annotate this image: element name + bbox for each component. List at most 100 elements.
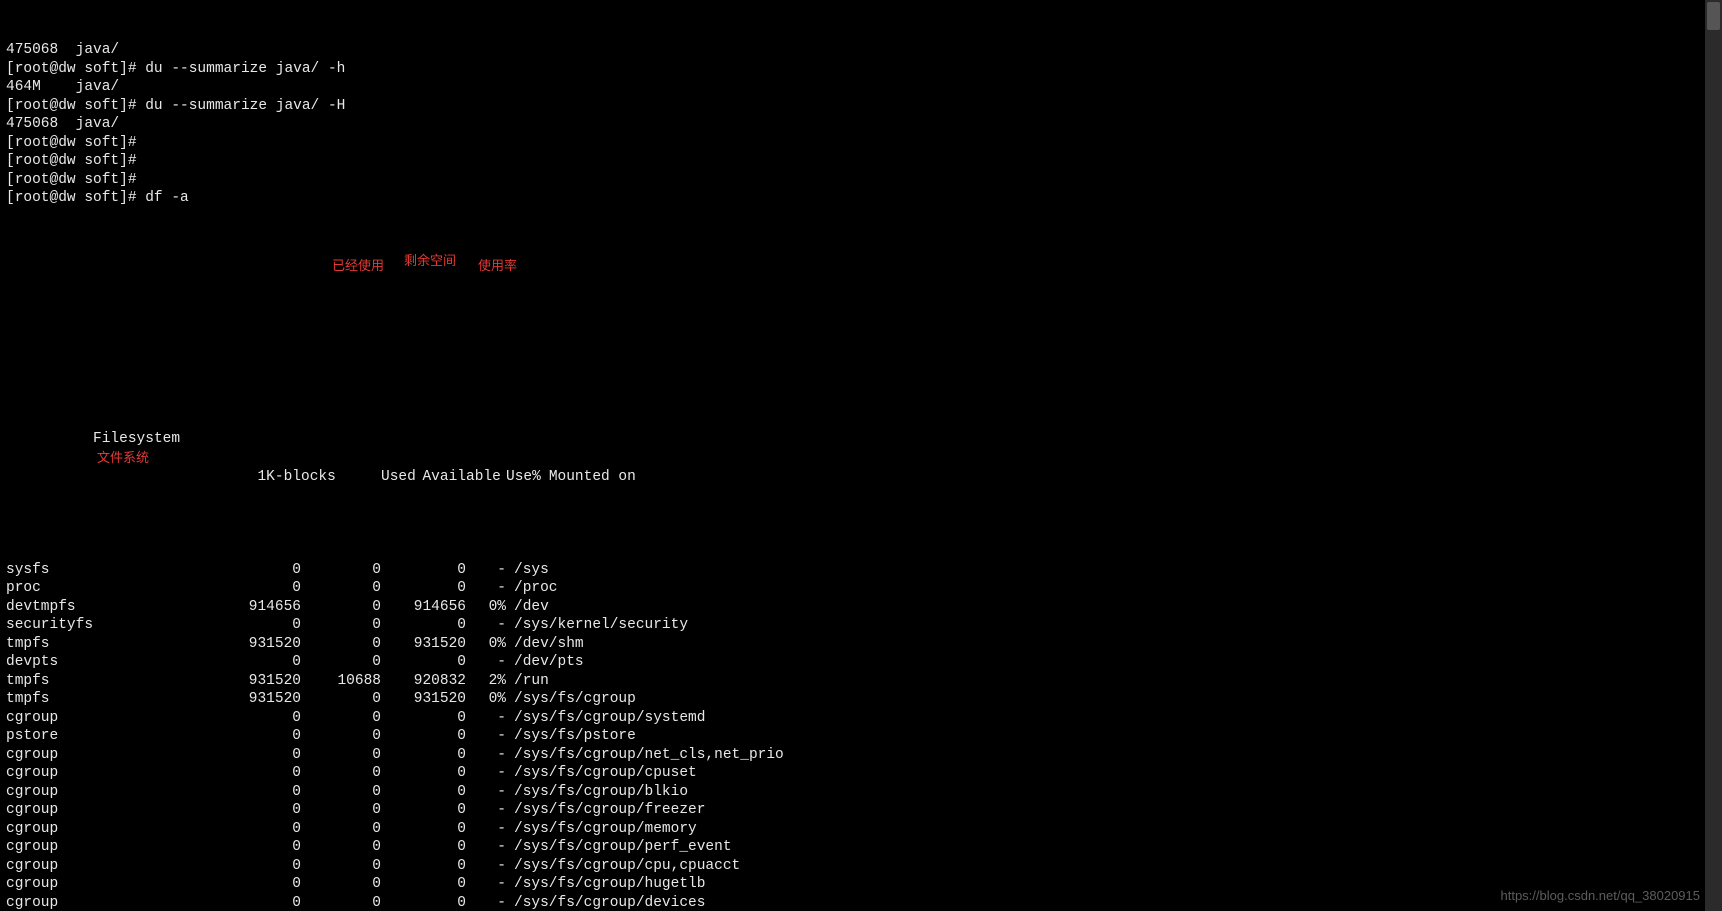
df-cell-used: 0 [301,764,381,783]
df-cell-avail: 914656 [381,598,466,617]
df-cell-used: 0 [301,579,381,598]
df-cell-blocks: 0 [206,653,301,672]
df-row: tmpfs93152009315200%/dev/shm [6,635,1716,654]
df-cell-used: 0 [301,783,381,802]
df-row: cgroup000-/sys/fs/cgroup/devices [6,894,1716,911]
annotation-filesystem: 文件系统 [97,449,149,468]
annotation-used: 已经使用 [332,257,384,276]
df-cell-blocks: 0 [206,783,301,802]
df-cell-used: 0 [301,801,381,820]
df-cell-used: 0 [301,875,381,894]
terminal-line: [root@dw soft]# du --summarize java/ -H [6,97,1716,116]
df-cell-avail: 0 [381,746,466,765]
df-cell-used: 0 [301,727,381,746]
df-cell-blocks: 0 [206,709,301,728]
df-cell-avail: 931520 [381,635,466,654]
df-row: pstore000-/sys/fs/pstore [6,727,1716,746]
df-cell-used: 0 [301,690,381,709]
df-cell-pct: - [466,727,506,746]
df-cell-blocks: 0 [206,561,301,580]
df-cell-pct: - [466,820,506,839]
df-cell-pct: - [466,783,506,802]
df-header-blocks: 1K-blocks [241,468,336,487]
df-cell-used: 0 [301,894,381,911]
df-row: cgroup000-/sys/fs/cgroup/freezer [6,801,1716,820]
df-cell-blocks: 914656 [206,598,301,617]
df-row: cgroup000-/sys/fs/cgroup/memory [6,820,1716,839]
scrollbar-thumb[interactable] [1707,2,1720,30]
vertical-scrollbar[interactable] [1705,0,1722,911]
df-cell-used: 0 [301,653,381,672]
df-cell-pct: - [466,579,506,598]
df-cell-blocks: 0 [206,801,301,820]
terminal-line: 464M java/ [6,78,1716,97]
df-row: devpts000-/dev/pts [6,653,1716,672]
df-cell-mount: /sys/kernel/security [506,616,688,635]
df-cell-avail: 0 [381,875,466,894]
df-cell-blocks: 0 [206,579,301,598]
df-cell-avail: 0 [381,579,466,598]
df-cell-blocks: 0 [206,838,301,857]
terminal-line: 475068 java/ [6,115,1716,134]
df-cell-blocks: 0 [206,820,301,839]
df-cell-used: 0 [301,561,381,580]
df-cell-filesystem: cgroup [6,894,206,911]
df-cell-filesystem: cgroup [6,783,206,802]
df-cell-mount: /dev/shm [506,635,584,654]
df-cell-mount: /proc [506,579,558,598]
df-cell-filesystem: tmpfs [6,672,206,691]
df-row: cgroup000-/sys/fs/cgroup/cpu,cpuacct [6,857,1716,876]
df-cell-blocks: 0 [206,727,301,746]
df-row: securityfs000-/sys/kernel/security [6,616,1716,635]
df-header-pct: Use% [501,468,541,487]
df-cell-filesystem: cgroup [6,857,206,876]
df-cell-used: 0 [301,616,381,635]
df-header-used: Used [336,468,416,487]
terminal-output[interactable]: 475068 java/[root@dw soft]# du --summari… [0,0,1722,911]
df-cell-blocks: 931520 [206,690,301,709]
df-cell-blocks: 0 [206,746,301,765]
df-cell-pct: 0% [466,598,506,617]
df-cell-avail: 0 [381,616,466,635]
df-cell-filesystem: cgroup [6,875,206,894]
terminal-line: [root@dw soft]# [6,134,1716,153]
df-cell-filesystem: sysfs [6,561,206,580]
df-cell-blocks: 0 [206,857,301,876]
df-row: cgroup000-/sys/fs/cgroup/net_cls,net_pri… [6,746,1716,765]
df-header-filesystem: Filesystem [93,430,180,449]
df-row: cgroup000-/sys/fs/cgroup/hugetlb [6,875,1716,894]
df-annotation-row: 已经使用 剩余空间 使用率 [6,263,1716,356]
df-cell-filesystem: cgroup [6,820,206,839]
df-cell-mount: /sys/fs/cgroup [506,690,636,709]
df-cell-pct: - [466,561,506,580]
df-cell-mount: /sys/fs/cgroup/hugetlb [506,875,705,894]
df-cell-pct: 2% [466,672,506,691]
df-cell-pct: - [466,764,506,783]
df-cell-avail: 931520 [381,690,466,709]
df-cell-mount: /dev [506,598,549,617]
terminal-line: [root@dw soft]# [6,152,1716,171]
df-row: cgroup000-/sys/fs/cgroup/blkio [6,783,1716,802]
df-cell-blocks: 0 [206,764,301,783]
df-cell-blocks: 0 [206,875,301,894]
df-cell-pct: - [466,894,506,911]
terminal-line: [root@dw soft]# [6,171,1716,190]
df-cell-avail: 0 [381,820,466,839]
df-cell-pct: - [466,653,506,672]
watermark-text: https://blog.csdn.net/qq_38020915 [1501,887,1701,906]
df-cell-used: 0 [301,709,381,728]
df-cell-pct: - [466,801,506,820]
df-cell-mount: /dev/pts [506,653,584,672]
df-cell-filesystem: cgroup [6,764,206,783]
df-cell-mount: /run [506,672,549,691]
df-cell-filesystem: devpts [6,653,206,672]
df-cell-filesystem: proc [6,579,206,598]
df-cell-filesystem: cgroup [6,746,206,765]
df-cell-used: 0 [301,635,381,654]
df-cell-avail: 0 [381,801,466,820]
df-header-row: Filesystem 文件系统 1K-blocksUsedAvailableUs… [6,393,1716,505]
df-cell-avail: 0 [381,727,466,746]
df-cell-avail: 0 [381,783,466,802]
df-cell-avail: 0 [381,709,466,728]
df-cell-used: 0 [301,746,381,765]
